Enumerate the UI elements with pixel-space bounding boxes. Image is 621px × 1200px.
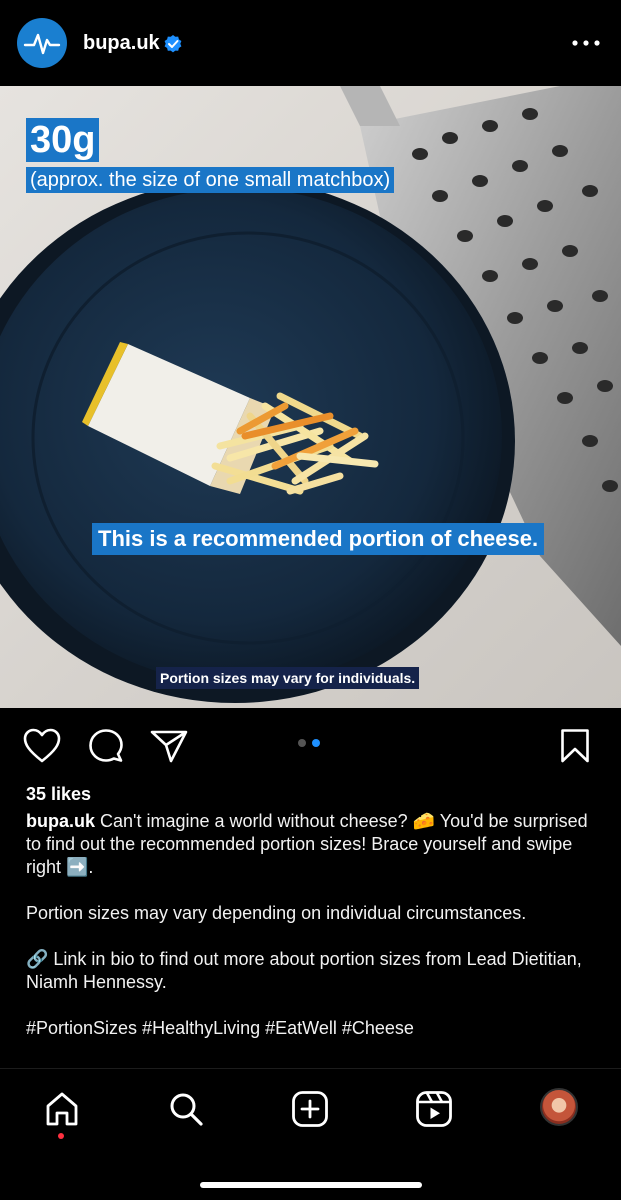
bupa-logo-avatar[interactable]: [17, 18, 67, 68]
heart-icon[interactable]: [23, 728, 61, 764]
caption-paragraph: Portion sizes may vary depending on indi…: [26, 903, 527, 923]
bookmark-icon[interactable]: [560, 728, 590, 764]
nav-home[interactable]: [42, 1089, 82, 1129]
nav-search[interactable]: [166, 1089, 206, 1129]
post-caption: bupa.uk Can't imagine a world without ch…: [26, 810, 601, 1063]
caption-text: Can't imagine a world without cheese? 🧀 …: [26, 811, 588, 877]
post-image[interactable]: 30g (approx. the size of one small match…: [0, 86, 621, 708]
nav-create[interactable]: [290, 1089, 330, 1129]
home-icon: [46, 1092, 78, 1126]
portion-disclaimer-label: Portion sizes may vary for individuals.: [156, 667, 420, 689]
caption-link-paragraph: 🔗 Link in bio to find out more about por…: [26, 949, 582, 992]
heartbeat-icon: [23, 33, 61, 55]
notification-dot: [58, 1133, 64, 1139]
caption-username[interactable]: bupa.uk: [26, 811, 95, 831]
more-options-icon[interactable]: [570, 33, 602, 53]
post-username[interactable]: bupa.uk: [83, 32, 160, 55]
portion-weight-label: 30g: [26, 118, 100, 162]
comment-icon[interactable]: [88, 728, 124, 764]
send-icon[interactable]: [150, 729, 188, 763]
home-indicator: [200, 1182, 422, 1188]
reels-icon: [416, 1091, 452, 1127]
bottom-navigation: [0, 1068, 621, 1200]
carousel-dot: [298, 739, 306, 747]
portion-comparison-label: (approx. the size of one small matchbox): [26, 167, 395, 193]
profile-avatar[interactable]: [540, 1088, 578, 1126]
carousel-dot-active: [312, 739, 320, 747]
post-header: bupa.uk: [0, 0, 621, 86]
likes-count[interactable]: 35 likes: [26, 784, 91, 805]
search-icon: [170, 1093, 203, 1126]
create-icon: [292, 1091, 328, 1127]
verified-badge-icon: [164, 35, 182, 53]
carousel-indicator: [298, 739, 320, 747]
portion-statement-label: This is a recommended portion of cheese.: [92, 523, 545, 555]
caption-hashtags[interactable]: #PortionSizes #HealthyLiving #EatWell #C…: [26, 1017, 601, 1040]
nav-reels[interactable]: [414, 1089, 454, 1129]
